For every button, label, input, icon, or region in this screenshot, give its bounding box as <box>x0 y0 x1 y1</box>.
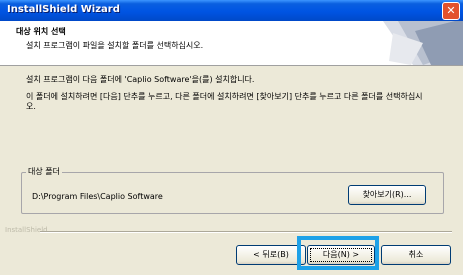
header-subtitle: 설치 프로그램이 파일을 설치할 폴더를 선택하십시오. <box>26 41 204 50</box>
wizard-header: 대상 위치 선택 설치 프로그램이 파일을 설치할 폴더를 선택하십시오. <box>0 21 463 66</box>
description-text: 설치 프로그램이 다음 폴더에 'Caplio Software'을(를) 설치… <box>26 75 255 84</box>
installshield-window: InstallShield Wizard ✕ 대상 위치 선택 설치 프로그램이… <box>0 0 463 275</box>
instruction-text: 이 폴더에 설치하려면 [다음] 단추를 누르고, 다른 폴더에 설치하려면 [… <box>26 92 423 111</box>
next-button-highlight <box>297 236 379 270</box>
browse-button[interactable]: 찾아보기(R)... <box>348 185 426 205</box>
destination-path: D:\Program Files\Caplio Software <box>32 192 163 201</box>
cancel-button[interactable]: 취소 <box>381 245 451 265</box>
destination-folder-label: 대상 폴더 <box>26 166 62 177</box>
header-graphic-icon <box>383 21 463 65</box>
close-icon[interactable]: ✕ <box>442 2 460 20</box>
back-button[interactable]: < 뒤로(B) <box>236 245 306 265</box>
footer-separator <box>40 231 452 233</box>
header-title: 대상 위치 선택 <box>16 27 66 36</box>
window-title: InstallShield Wizard <box>7 4 120 15</box>
title-bar[interactable]: InstallShield Wizard ✕ <box>0 0 463 21</box>
